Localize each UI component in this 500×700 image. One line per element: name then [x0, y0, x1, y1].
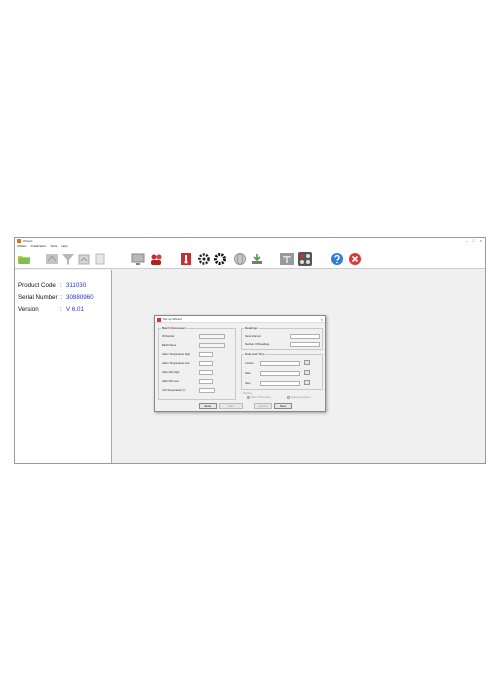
text-tool-icon[interactable] — [280, 252, 294, 266]
setup-wizard-dialog: Set up Wizard × Batch Parameters ID Numb… — [154, 315, 326, 412]
help-icon[interactable] — [330, 252, 344, 266]
current-label: Current — [245, 362, 254, 365]
stop-datetime-button[interactable] — [304, 380, 310, 385]
stop-label: Stop — [245, 382, 251, 385]
alarm-temp-high-label: Alarm Temperature High — [162, 353, 191, 356]
alarm-rh-high-input[interactable] — [199, 370, 213, 375]
delay-registration-radio[interactable]: Delay Registration — [287, 396, 311, 399]
dialog-title-bar: Set up Wizard × — [155, 316, 325, 323]
gray-document-icon[interactable] — [93, 252, 107, 266]
id-number-input[interactable] — [199, 334, 225, 339]
version-value: V 6.01 — [66, 306, 84, 313]
alarm-rh-low-label: Alarm RH Low — [162, 380, 179, 383]
serial-number-label: Serial Number — [18, 294, 58, 301]
monitor-icon[interactable] — [131, 252, 145, 266]
serial-number-value: 30880960 — [66, 294, 94, 301]
batch-parameters-title: Batch Parameters — [161, 326, 188, 330]
start-of-recording-label: Start Of Recording — [251, 396, 271, 400]
globe-icon[interactable] — [233, 252, 247, 266]
thermometer-icon[interactable] — [179, 252, 193, 266]
download-icon[interactable] — [250, 252, 264, 266]
dialog-close-button[interactable]: × — [321, 316, 323, 323]
start-button-a[interactable]: Start — [219, 403, 243, 409]
folder-icon[interactable] — [17, 252, 31, 266]
readings-group: Readings Store Interval Number Of Readin… — [241, 326, 323, 350]
users-icon[interactable] — [149, 252, 163, 266]
gear-icon[interactable] — [197, 252, 211, 266]
number-of-readings-label: Number Of Readings — [245, 343, 270, 346]
unit-temperature-label: Unit Temperature (°) — [162, 389, 186, 392]
store-interval-label: Store Interval — [245, 335, 261, 338]
alarm-rh-high-label: Alarm RH High — [162, 371, 180, 374]
product-code-label: Product Code — [18, 282, 56, 289]
gray-image-icon[interactable] — [77, 252, 91, 266]
start-label: Start — [245, 372, 251, 375]
start-of-recording-radio[interactable]: Start Of Recording — [247, 396, 271, 399]
app-icon — [17, 239, 21, 243]
grid-apps-icon[interactable] — [298, 252, 312, 266]
id-number-label: ID Number — [162, 335, 175, 338]
settings-gear-icon[interactable] — [213, 252, 227, 266]
stop-datetime-input[interactable] — [260, 381, 300, 386]
current-datetime-input[interactable] — [260, 361, 300, 366]
enter-button[interactable]: Enter — [199, 403, 217, 409]
store-interval-input[interactable] — [290, 334, 320, 339]
version-row: Version: V 6.01 — [18, 306, 84, 313]
start-datetime-button[interactable] — [304, 370, 310, 375]
filter-icon[interactable] — [61, 252, 75, 266]
serial-number-row: Serial Number:30880960 — [18, 294, 94, 301]
batch-name-label: Batch Name — [162, 344, 177, 347]
batch-parameters-group: Batch Parameters ID Number Batch Name Al… — [158, 326, 236, 400]
close-icon[interactable] — [348, 252, 362, 266]
dialog-app-icon — [157, 317, 161, 322]
product-code-value: 311030 — [66, 282, 87, 289]
readings-title: Readings — [244, 326, 259, 330]
mode-label: Starting — [243, 392, 252, 395]
gray-export-icon[interactable] — [45, 252, 59, 266]
alarm-temp-low-label: Alarm Temperature Low — [162, 362, 190, 365]
start-datetime-input[interactable] — [260, 371, 300, 376]
number-of-readings-input[interactable] — [290, 342, 320, 347]
product-code-row: Product Code:311030 — [18, 282, 86, 289]
cancel-button[interactable]: Cancel — [254, 403, 272, 409]
unit-temperature-select[interactable] — [199, 388, 215, 393]
alarm-temp-high-input[interactable] — [199, 352, 213, 357]
alarm-temp-low-input[interactable] — [199, 361, 213, 366]
date-time-title: Date And Time — [244, 352, 266, 356]
delay-registration-label: Delay Registration — [291, 396, 311, 400]
version-label: Version — [18, 306, 39, 313]
save-button[interactable]: Save — [274, 403, 292, 409]
current-datetime-button[interactable] — [304, 360, 310, 365]
batch-name-input[interactable] — [199, 343, 225, 348]
date-time-group: Date And Time Current Start Stop — [241, 352, 323, 390]
toolbar — [15, 249, 485, 269]
device-info-panel: Product Code:311030 Serial Number:308809… — [15, 270, 112, 463]
alarm-rh-low-input[interactable] — [199, 379, 213, 384]
dialog-title: Set up Wizard — [163, 317, 182, 321]
